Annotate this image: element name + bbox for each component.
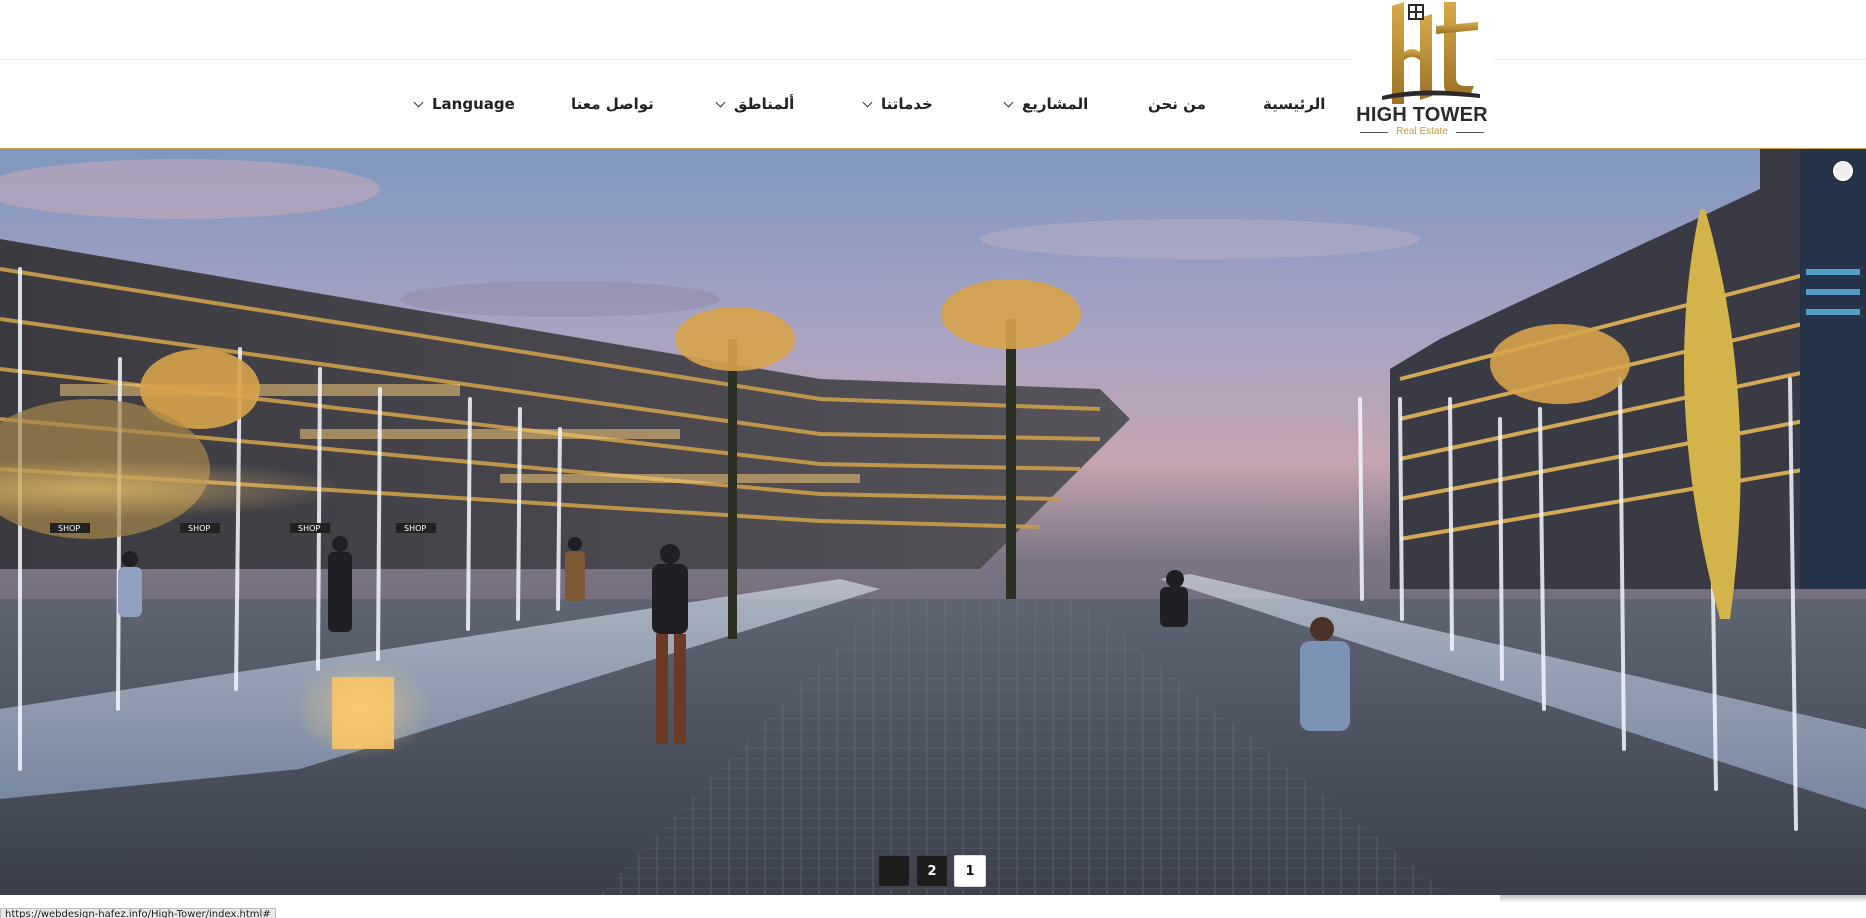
nav-item-label: الرئيسية — [1263, 95, 1326, 113]
chevron-down-icon — [862, 97, 873, 107]
chevron-down-icon — [413, 97, 424, 107]
page: الرئيسية من نحن المشاريع خدماتنا ألمناطق… — [0, 0, 1866, 918]
slider-page-button-active[interactable]: 1 — [954, 855, 986, 887]
nav-item-contact[interactable]: تواصل معنا — [571, 93, 654, 115]
nav-item-projects[interactable]: المشاريع — [1003, 93, 1089, 115]
hero-image: SHOP SHOP SHOP SHOP — [0, 149, 1866, 895]
nav-item-label: من نحن — [1148, 95, 1206, 113]
shop-sign: SHOP — [298, 524, 320, 533]
status-bar-url: https://webdesign-hafez.info/High-Tower/… — [0, 908, 276, 918]
site-logo[interactable]: HIGH TOWER Real Estate — [1352, 0, 1492, 144]
nav-item-services[interactable]: خدماتنا — [862, 93, 933, 115]
hero-slider: SHOP SHOP SHOP SHOP — [0, 149, 1866, 895]
logo-mark-icon — [1382, 2, 1480, 104]
chevron-down-icon — [1003, 97, 1014, 107]
nav-item-areas[interactable]: ألمناطق — [715, 93, 795, 115]
slider-toggle-button[interactable] — [1833, 161, 1853, 181]
chevron-down-icon — [715, 97, 726, 107]
divider — [1456, 132, 1484, 133]
nav-item-label: تواصل معنا — [571, 95, 654, 113]
nav-item-label: ألمناطق — [734, 95, 795, 113]
nav-item-language[interactable]: Language — [413, 93, 515, 115]
shop-sign: SHOP — [58, 524, 80, 533]
nav-item-label: Language — [432, 95, 515, 113]
nav-item-label: خدماتنا — [881, 95, 933, 113]
navbar — [0, 60, 1866, 149]
slider-page-button[interactable] — [878, 855, 910, 887]
top-bar — [0, 0, 1866, 60]
nav-item-label: المشاريع — [1022, 95, 1089, 113]
logo-title: HIGH TOWER — [1356, 104, 1488, 126]
shop-sign: SHOP — [404, 524, 426, 533]
slider-page-button[interactable]: 2 — [916, 855, 948, 887]
shop-sign: SHOP — [188, 524, 210, 533]
shadow — [1500, 895, 1866, 903]
nav-item-home[interactable]: الرئيسية — [1263, 93, 1325, 115]
nav-item-about[interactable]: من نحن — [1148, 93, 1206, 115]
